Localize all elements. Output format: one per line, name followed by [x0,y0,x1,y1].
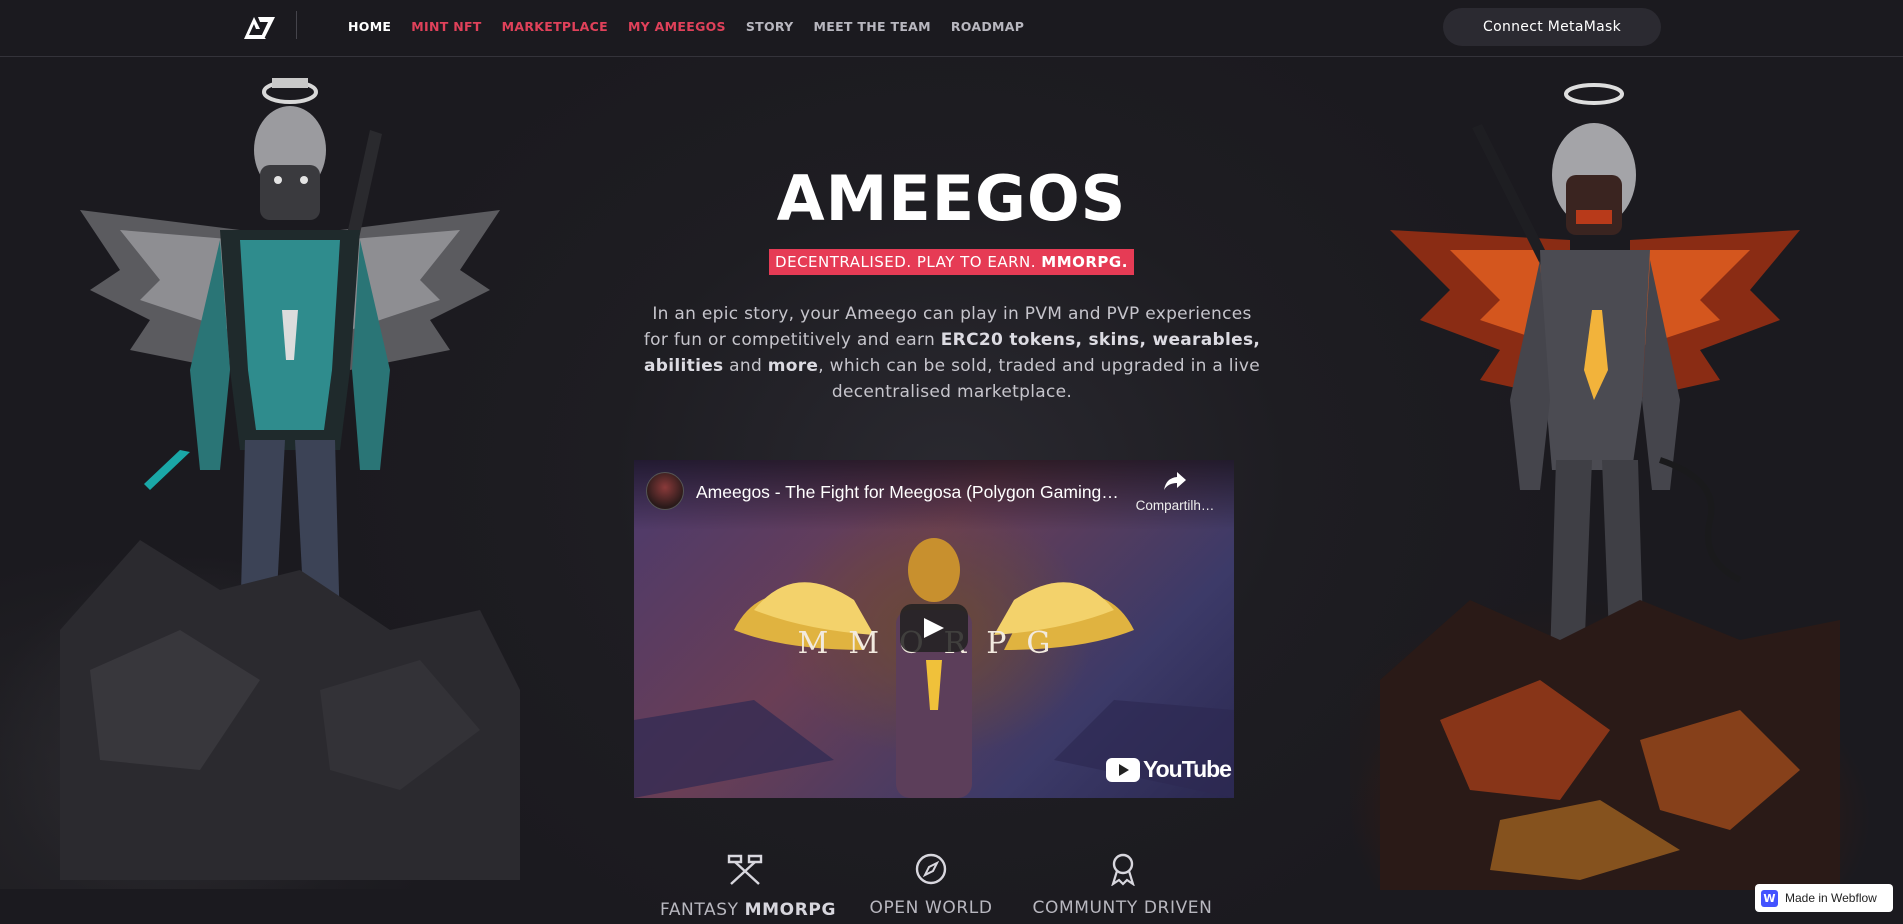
compass-icon [915,853,947,885]
intro-bold-2: more [767,356,819,376]
intro-part-3: , which can be sold, traded and upgraded… [818,356,1260,402]
feature-label-plain: FANTASY [660,900,745,920]
hero-title: AMEEGOS [776,162,1127,235]
tagline-wrap: DECENTRALISED. PLAY TO EARN. MMORPG. [0,249,1903,275]
nav-link-marketplace[interactable]: MARKETPLACE [502,19,608,34]
logo-divider [296,11,297,39]
nav-links: HOME MINT NFT MARKETPLACE MY AMEEGOS STO… [348,19,1044,34]
feature-label-bold: MMORPG [744,900,837,920]
feature-fantasy-mmorpg: FANTASY MMORPG [660,852,835,920]
tagline-plain: DECENTRALISED. PLAY TO EARN. [775,253,1042,271]
feature-open-world: OPEN WORLD [866,852,996,918]
youtube-video-embed[interactable]: Ameegos - The Fight for Meegosa (Polygon… [634,460,1234,798]
share-label: Compartilh… [1135,498,1215,513]
nav-link-mint-nft[interactable]: MINT NFT [411,19,481,34]
feature-community-driven: COMMUNTY DRIVEN [1030,852,1215,918]
video-title[interactable]: Ameegos - The Fight for Meegosa (Polygon… [696,482,1136,503]
webflow-badge-label: Made in Webflow [1785,891,1877,905]
made-in-webflow-badge[interactable]: W Made in Webflow [1755,884,1893,912]
nav-link-story[interactable]: STORY [746,19,794,34]
ameegos-logo-icon[interactable] [242,13,276,41]
hero-tagline: DECENTRALISED. PLAY TO EARN. MMORPG. [769,249,1134,275]
play-icon [924,618,944,638]
channel-avatar[interactable] [646,472,684,510]
youtube-logo-text: YouTube [1143,756,1232,782]
award-ribbon-icon [1110,853,1135,886]
nav-link-meet-the-team[interactable]: MEET THE TEAM [814,19,931,34]
play-button[interactable] [900,604,968,652]
top-navbar: HOME MINT NFT MARKETPLACE MY AMEEGOS STO… [0,0,1903,57]
share-button[interactable]: Compartilh… [1130,470,1220,513]
connect-metamask-button[interactable]: Connect MetaMask [1443,8,1661,46]
youtube-logo[interactable]: YouTube [1106,756,1232,783]
youtube-play-icon [1106,757,1140,782]
webflow-logo-icon: W [1761,889,1778,907]
feature-label-community: COMMUNTY DRIVEN [1032,898,1213,918]
nav-link-roadmap[interactable]: ROADMAP [951,19,1024,34]
intro-part-2: and [723,356,768,376]
feature-label-open-world: OPEN WORLD [869,898,993,918]
crossed-hammers-icon [727,854,763,885]
nav-link-home[interactable]: HOME [348,19,391,34]
hero-intro-text: In an epic story, your Ameego can play i… [640,301,1264,405]
tagline-bold: MMORPG. [1041,253,1128,271]
feature-label-fantasy: FANTASY MMORPG [660,900,835,920]
share-arrow-icon [1164,472,1186,490]
nav-link-my-ameegos[interactable]: MY AMEEGOS [628,19,726,34]
